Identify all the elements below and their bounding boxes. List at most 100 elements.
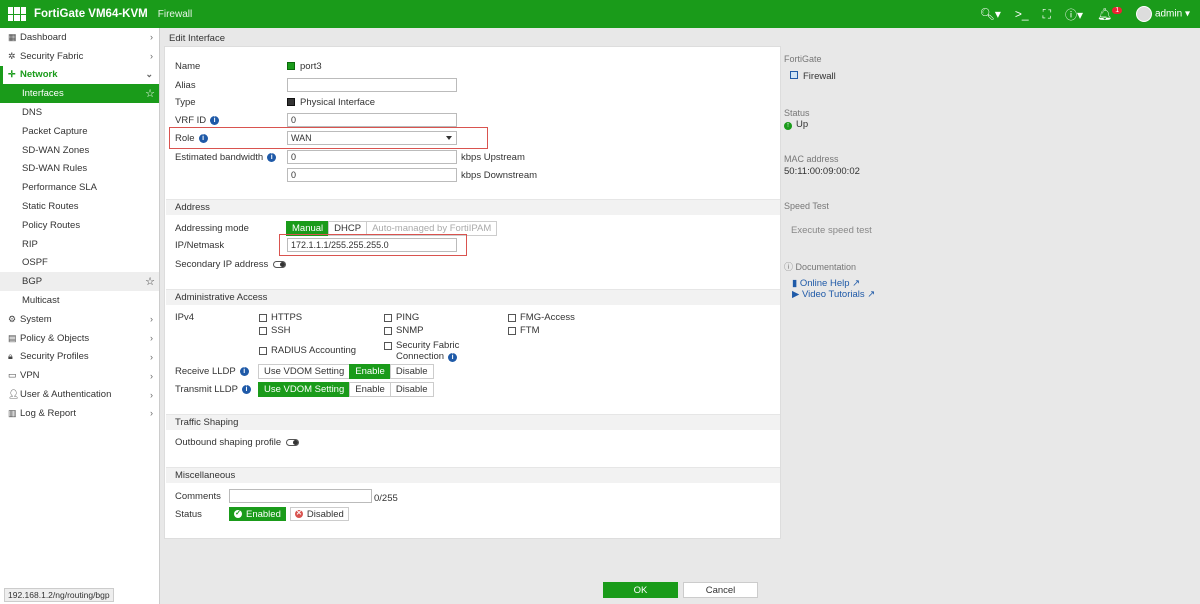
addressing-mode-label: Addressing mode: [175, 222, 249, 234]
fullscreen-icon[interactable]: ⛶: [1043, 7, 1051, 22]
physical-interface-icon: [287, 98, 295, 106]
downstream-input[interactable]: 0: [287, 168, 457, 182]
sidebar-item-sdwan-zones[interactable]: SD-WAN Zones: [0, 141, 159, 160]
sidebar-item-interfaces[interactable]: Interfaces ☆: [0, 84, 159, 104]
sidebar-item-log-report[interactable]: ▥ Log & Report ›: [0, 404, 159, 423]
status-value: Up: [796, 119, 809, 130]
transmit-lldp-toggle: Use VDOM Setting Enable Disable: [258, 381, 434, 397]
fmg-label: FMG-Access: [520, 312, 575, 323]
online-help-link[interactable]: ▮ Online Help ↗: [792, 278, 860, 289]
sidebar-item-user-authentication[interactable]: 👤︎ User & Authentication ›: [0, 385, 159, 404]
policy-icon: ▤: [8, 332, 17, 343]
alias-input[interactable]: [287, 78, 457, 92]
info-icon[interactable]: i: [239, 366, 249, 376]
type-row: Type Physical Interface: [175, 94, 375, 110]
question-icon: ⓘ: [784, 262, 796, 272]
fmg-access-checkbox[interactable]: FMG-Access: [508, 312, 575, 323]
snmp-checkbox[interactable]: SNMP: [384, 325, 423, 336]
search-icon[interactable]: 🔍︎▾: [980, 7, 1001, 21]
sidebar-item-network[interactable]: ✛ Network ⌄: [0, 65, 159, 85]
help-icon[interactable]: ⓘ▾: [1065, 6, 1083, 23]
sidebar-item-bgp[interactable]: BGP ☆: [0, 272, 159, 292]
dashboard-icon: ▦: [8, 31, 17, 42]
https-checkbox[interactable]: HTTPS: [259, 312, 302, 323]
vrf-row: VRF ID i 0: [175, 112, 457, 128]
execute-speed-test-button[interactable]: Execute speed test: [791, 225, 872, 236]
fabric-label: Security Fabric: [396, 340, 460, 351]
info-icon[interactable]: i: [267, 152, 277, 162]
external-link-icon: ↗: [864, 289, 876, 300]
info-icon[interactable]: i: [210, 115, 220, 125]
notifications-bell-icon[interactable]: 🔔︎ 1: [1097, 7, 1123, 21]
checkbox-icon: [508, 326, 516, 335]
sidebar-item-label: OSPF: [22, 257, 48, 269]
avatar: [1136, 6, 1153, 22]
sidebar-item-performance-sla[interactable]: Performance SLA: [0, 178, 159, 197]
name-value: port3: [300, 60, 322, 72]
sidebar-item-label: Security Profiles: [20, 351, 89, 363]
checkbox-icon: [384, 326, 392, 335]
chevron-right-icon: ›: [150, 32, 153, 43]
sidebar-item-multicast[interactable]: Multicast: [0, 291, 159, 310]
vrf-input[interactable]: 0: [287, 113, 457, 127]
cancel-button[interactable]: Cancel: [683, 582, 758, 598]
radius-accounting-checkbox[interactable]: RADIUS Accounting: [259, 345, 356, 356]
sidebar-item-rip[interactable]: RIP: [0, 235, 159, 254]
sidebar-item-system[interactable]: ⚙ System ›: [0, 310, 159, 329]
page-title: Edit Interface: [169, 32, 225, 44]
transmit-lldp-disable-button[interactable]: Disable: [389, 381, 434, 397]
receive-lldp-vdom-button[interactable]: Use VDOM Setting: [258, 363, 351, 379]
sidebar-item-sdwan-rules[interactable]: SD-WAN Rules: [0, 160, 159, 179]
comments-input[interactable]: [229, 489, 372, 503]
ssh-checkbox[interactable]: SSH: [259, 325, 291, 336]
alias-row: Alias: [175, 77, 457, 93]
downstream-unit: kbps Downstream: [461, 169, 538, 181]
info-icon[interactable]: i: [242, 384, 251, 394]
vpn-icon: ▭: [8, 370, 17, 381]
video-tutorials-link[interactable]: ▶ Video Tutorials ↗: [792, 289, 875, 300]
sidebar-item-dns[interactable]: DNS: [0, 103, 159, 122]
sidebar-item-label: Multicast: [22, 295, 60, 307]
transmit-lldp-label: Transmit LLDP: [175, 383, 238, 395]
outbound-shaping-toggle[interactable]: [286, 438, 300, 446]
sidebar-item-policy-routes[interactable]: Policy Routes: [0, 216, 159, 235]
ok-button[interactable]: OK: [603, 582, 678, 598]
sidebar-item-packet-capture[interactable]: Packet Capture: [0, 122, 159, 141]
sidebar-item-ospf[interactable]: OSPF: [0, 254, 159, 273]
ftm-label: FTM: [520, 325, 540, 336]
status-enabled-button[interactable]: ✓ Enabled: [229, 507, 286, 521]
sidebar-item-vpn[interactable]: ▭ VPN ›: [0, 366, 159, 385]
receive-lldp-enable-button[interactable]: Enable: [349, 363, 391, 379]
security-fabric-checkbox[interactable]: Security Fabric Connection i: [384, 340, 459, 362]
transmit-lldp-vdom-button[interactable]: Use VDOM Setting: [258, 381, 351, 397]
sidebar-item-label: Policy & Objects: [20, 332, 90, 344]
favorite-star-icon[interactable]: ☆: [145, 275, 155, 288]
favorite-star-icon[interactable]: ☆: [145, 87, 155, 100]
misc-section-header: Miscellaneous: [166, 467, 780, 483]
cli-console-icon[interactable]: >_: [1015, 7, 1029, 21]
sidebar-item-security-profiles[interactable]: 🔒︎ Security Profiles ›: [0, 348, 159, 367]
sidebar-item-dashboard[interactable]: ▦ Dashboard ›: [0, 28, 159, 47]
secondary-ip-toggle[interactable]: [273, 260, 287, 268]
fortinet-logo-icon: [8, 7, 26, 21]
chevron-right-icon: ›: [150, 314, 153, 325]
sidebar-item-static-routes[interactable]: Static Routes: [0, 197, 159, 216]
sidebar-item-label: Interfaces: [22, 88, 64, 100]
sidebar-item-security-fabric[interactable]: ✲ Security Fabric ›: [0, 47, 159, 66]
status-row: Status ✓ Enabled ✕ Disabled: [175, 506, 349, 522]
ping-checkbox[interactable]: PING: [384, 312, 419, 323]
status-disabled-button[interactable]: ✕ Disabled: [289, 507, 349, 521]
user-icon: 👤︎: [8, 389, 20, 400]
receive-lldp-disable-button[interactable]: Disable: [389, 363, 434, 379]
info-icon[interactable]: i: [448, 353, 458, 362]
user-menu[interactable]: admin ▾: [1136, 6, 1190, 22]
ftm-checkbox[interactable]: FTM: [508, 325, 540, 336]
chart-icon: ▥: [8, 407, 17, 418]
video-tutorials-label: Video Tutorials: [801, 289, 865, 300]
name-label: Name: [175, 60, 201, 72]
admin-access-section-header: Administrative Access: [166, 289, 780, 305]
upstream-input[interactable]: 0: [287, 150, 457, 164]
book-icon: ▮: [792, 278, 800, 289]
transmit-lldp-enable-button[interactable]: Enable: [349, 381, 391, 397]
sidebar-item-policy-objects[interactable]: ▤ Policy & Objects ›: [0, 329, 159, 348]
